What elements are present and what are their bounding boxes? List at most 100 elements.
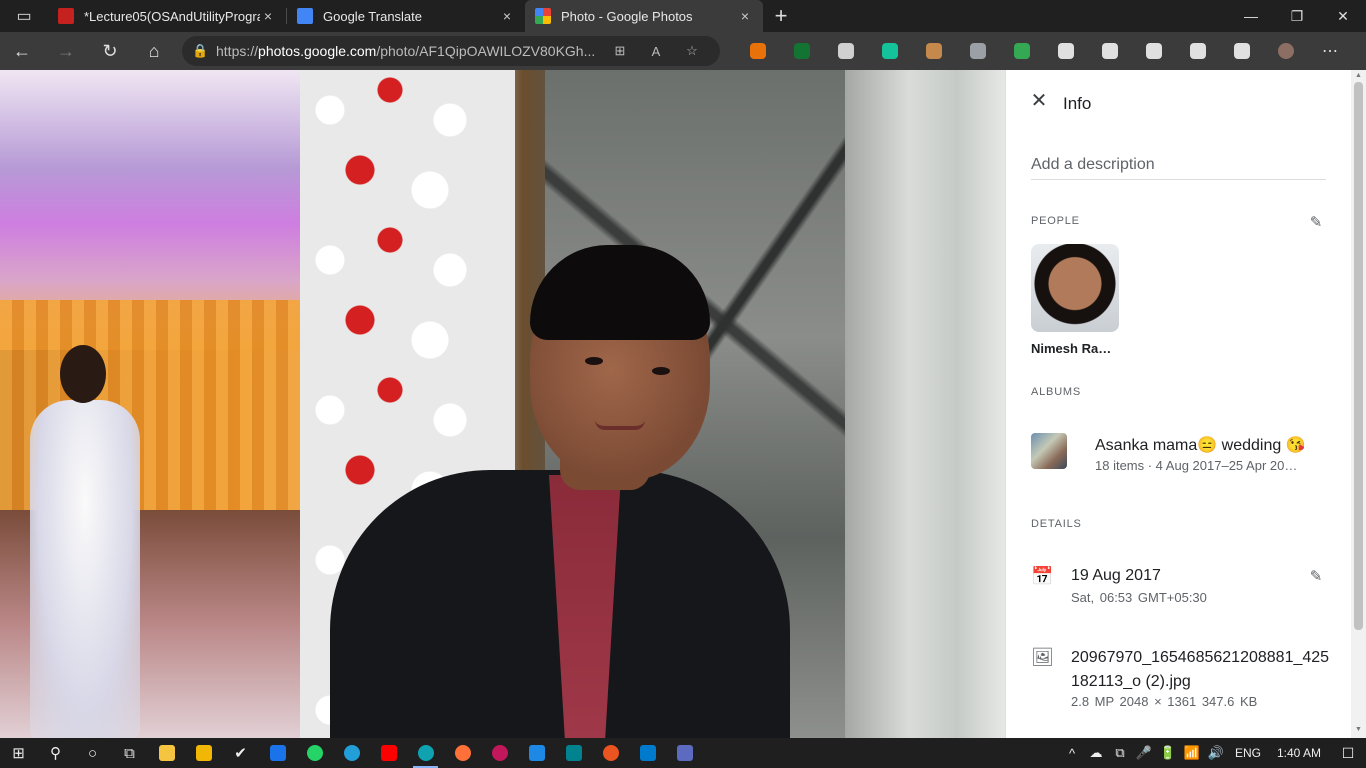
shield-icon-glyph (1014, 43, 1030, 59)
screenshot-icon-glyph (1190, 43, 1206, 59)
tab-close-icon[interactable]: × (737, 8, 753, 24)
telegram-icon[interactable] (333, 738, 370, 768)
volume-icon[interactable]: 🔊 (1204, 745, 1228, 761)
url-prefix: https:// (216, 43, 259, 59)
back-button[interactable]: ← (0, 32, 44, 70)
description-input[interactable]: Add a description (1031, 156, 1326, 180)
address-bar[interactable]: 🔒 https://photos.google.com/photo/AF1Qip… (182, 36, 720, 66)
youtube-icon-glyph (380, 745, 397, 761)
extension-icon-1-glyph (750, 43, 766, 59)
file-explorer-icon[interactable] (185, 738, 222, 768)
scrollbar-thumb[interactable] (1354, 82, 1363, 630)
reload-button[interactable]: ↻ (88, 32, 132, 70)
app-icon-teal-glyph (565, 745, 582, 761)
tab-title: *Lecture05(OSAndUtilityProgram (84, 8, 260, 24)
drop-icon[interactable] (518, 738, 555, 768)
photo-viewer-image[interactable] (0, 70, 1005, 738)
tab-actions-icon[interactable]: ▭ (0, 0, 48, 32)
edit-date-icon[interactable]: ✎ (1306, 567, 1326, 587)
battery-icon[interactable]: 🔋 (1156, 745, 1180, 761)
clock[interactable]: 1:40 AM (1268, 746, 1330, 760)
albums-section-label: ALBUMS (1031, 386, 1082, 398)
tab-lecture[interactable]: *Lecture05(OSAndUtilityProgram × (48, 0, 286, 32)
notepad-icon[interactable] (148, 738, 185, 768)
extension-icon-1[interactable] (736, 32, 780, 70)
maximize-button[interactable]: ❐ (1274, 0, 1320, 32)
vscode-icon[interactable] (629, 738, 666, 768)
performance-icon[interactable] (1220, 32, 1264, 70)
start-button[interactable]: ⊞ (0, 738, 37, 768)
ubuntu-icon-glyph (602, 745, 619, 761)
album-title[interactable]: Asanka mama😑 wedding 😘 (1095, 435, 1306, 455)
extension-icon-6[interactable] (956, 32, 1000, 70)
forward-button[interactable]: → (44, 32, 88, 70)
tab-google-translate[interactable]: Google Translate × (287, 0, 525, 32)
ubuntu-icon[interactable] (592, 738, 629, 768)
new-tab-button[interactable]: + (763, 0, 799, 32)
file-explorer-icon-glyph (195, 745, 212, 761)
tab-close-icon[interactable]: × (499, 8, 515, 24)
collections-icon[interactable] (1132, 32, 1176, 70)
cookie-icon[interactable] (912, 32, 956, 70)
read-aloud-icon[interactable]: A (638, 44, 674, 59)
mail-icon[interactable] (259, 738, 296, 768)
home-button[interactable]: ⌂ (132, 32, 176, 70)
cookie-icon-glyph (926, 43, 942, 59)
image-icon: 🖼 (1031, 647, 1054, 667)
wifi-icon[interactable]: 📶 (1180, 745, 1204, 761)
app-icon-teal[interactable] (555, 738, 592, 768)
url-text[interactable]: https://photos.google.com/photo/AF1QipOA… (216, 43, 602, 59)
album-thumbnail[interactable] (1031, 433, 1067, 469)
task-view-icon[interactable]: ⧉ (111, 738, 148, 768)
microphone-icon[interactable]: 🎤 (1132, 745, 1156, 761)
collections-icon-glyph (1146, 43, 1162, 59)
favorites-icon[interactable] (1088, 32, 1132, 70)
profile-avatar[interactable] (1264, 32, 1308, 70)
notepad-icon-glyph (158, 745, 175, 761)
youtube-icon[interactable] (370, 738, 407, 768)
url-host: photos.google.com (258, 43, 377, 59)
search-icon[interactable]: ⚲ (37, 738, 74, 768)
onedrive-icon[interactable]: ☁ (1084, 745, 1108, 761)
todo-icon[interactable]: ✔ (222, 738, 259, 768)
lock-icon[interactable]: 🔒 (192, 43, 216, 59)
close-window-button[interactable]: ✕ (1320, 0, 1366, 32)
tab-close-icon[interactable]: × (260, 8, 276, 24)
app-icon-colorful[interactable] (481, 738, 518, 768)
performance-icon-glyph (1234, 43, 1250, 59)
person-face-thumbnail[interactable] (1031, 244, 1119, 332)
whatsapp-icon[interactable] (296, 738, 333, 768)
add-favorite-icon[interactable]: ☆ (674, 43, 710, 59)
shield-icon[interactable] (1000, 32, 1044, 70)
puzzle-icon[interactable] (1044, 32, 1088, 70)
extension-icon-2[interactable] (780, 32, 824, 70)
tray-chevron-icon[interactable]: ^ (1060, 746, 1084, 761)
person-name[interactable]: Nimesh Ra… (1031, 341, 1111, 356)
album-meta: 18 items · 4 Aug 2017–25 Apr 20… (1095, 458, 1298, 473)
telegram-icon-glyph (343, 745, 360, 761)
scroll-down-arrow-icon[interactable]: ▼ (1354, 726, 1363, 734)
calendar-icon: 📅 (1031, 566, 1054, 586)
edge-icon[interactable] (407, 738, 444, 768)
extension-icon-6-glyph (970, 43, 986, 59)
tab-google-photos[interactable]: Photo - Google Photos × (525, 0, 763, 32)
app-icon-keyboard[interactable] (666, 738, 703, 768)
more-menu-icon[interactable]: ⋯ (1308, 32, 1352, 70)
photo-subject-mouth (595, 420, 645, 430)
minimize-button[interactable]: — (1228, 0, 1274, 32)
notification-center-icon[interactable]: ☐ (1330, 745, 1366, 762)
photo-subject-eye (585, 357, 603, 365)
info-panel-scrollbar[interactable]: ▲ ▼ (1351, 70, 1366, 738)
tray-app-icon[interactable]: ⧉ (1108, 745, 1132, 761)
screenshot-icon[interactable] (1176, 32, 1220, 70)
language-indicator[interactable]: ENG (1228, 746, 1268, 760)
edit-people-icon[interactable]: ✎ (1306, 213, 1326, 233)
tab-title: Photo - Google Photos (561, 8, 693, 24)
app-available-icon[interactable]: ⊞ (602, 43, 638, 59)
office-icon[interactable] (824, 32, 868, 70)
firefox-icon[interactable] (444, 738, 481, 768)
grammarly-icon[interactable] (868, 32, 912, 70)
cortana-icon[interactable]: ○ (74, 738, 111, 768)
close-info-button[interactable]: ✕ (1028, 90, 1050, 112)
scroll-up-arrow-icon[interactable]: ▲ (1354, 72, 1363, 80)
